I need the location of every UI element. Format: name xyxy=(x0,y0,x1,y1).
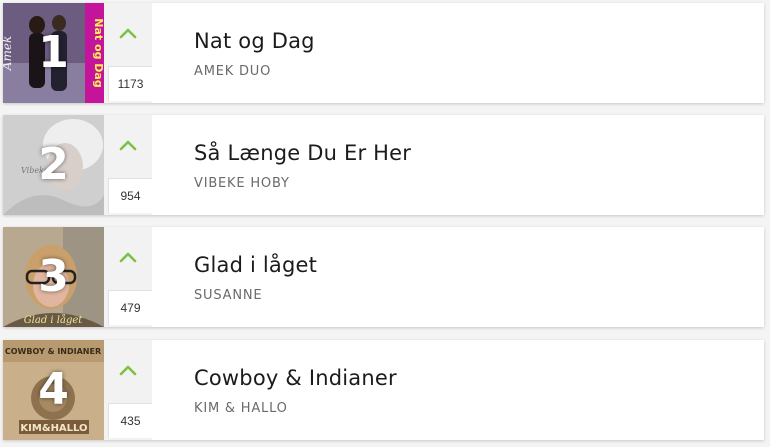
artist-name[interactable]: KIM & HALLO xyxy=(194,401,397,416)
song-title[interactable]: Nat og Dag xyxy=(194,29,315,53)
album-cover[interactable]: Vibeke 2 xyxy=(3,115,104,215)
vote-box: 435 xyxy=(104,340,152,440)
vote-count: 435 xyxy=(108,403,152,438)
entry-info: Glad i låget SUSANNE xyxy=(152,227,317,327)
song-title[interactable]: Glad i låget xyxy=(194,253,317,277)
rank-number: 1 xyxy=(38,27,69,78)
chart-entry[interactable]: Glad i låget 3 479 Glad i låget SUSANNE xyxy=(3,227,764,327)
vote-count: 479 xyxy=(108,290,152,325)
vote-box: 1173 xyxy=(104,3,152,103)
vote-count: 954 xyxy=(108,178,152,213)
vote-box: 954 xyxy=(104,115,152,215)
entry-info: Nat og Dag AMEK DUO xyxy=(152,3,315,103)
album-cover[interactable]: Nat og Dag Amek 1 xyxy=(3,3,104,103)
music-chart-list: Nat og Dag Amek 1 1173 Nat og Dag AMEK D… xyxy=(0,0,770,447)
vote-count: 1173 xyxy=(108,66,152,101)
upvote-chevron-icon[interactable] xyxy=(118,360,138,380)
chart-entry[interactable]: Nat og Dag Amek 1 1173 Nat og Dag AMEK D… xyxy=(3,3,764,103)
song-title[interactable]: Så Længe Du Er Her xyxy=(194,141,411,165)
chart-entry[interactable]: Vibeke 2 954 Så Længe Du Er Her VIBEKE H… xyxy=(3,115,764,215)
song-title[interactable]: Cowboy & Indianer xyxy=(194,366,397,390)
artist-name[interactable]: SUSANNE xyxy=(194,288,317,303)
artist-name[interactable]: AMEK DUO xyxy=(194,64,315,79)
artist-name[interactable]: VIBEKE HOBY xyxy=(194,176,411,191)
cover-header-text: COWBOY & INDIANER xyxy=(5,347,101,356)
vote-box: 479 xyxy=(104,227,152,327)
upvote-chevron-icon[interactable] xyxy=(118,247,138,267)
rank-number: 4 xyxy=(38,364,69,415)
upvote-chevron-icon[interactable] xyxy=(118,135,138,155)
album-cover[interactable]: Glad i låget 3 xyxy=(3,227,104,327)
entry-info: Så Længe Du Er Her VIBEKE HOBY xyxy=(152,115,411,215)
rank-number: 3 xyxy=(38,251,69,302)
upvote-chevron-icon[interactable] xyxy=(118,23,138,43)
cover-caption: Glad i låget xyxy=(24,314,84,326)
entry-info: Cowboy & Indianer KIM & HALLO xyxy=(152,340,397,440)
album-cover[interactable]: COWBOY & INDIANER KIM&HALLO 4 xyxy=(3,340,104,440)
rank-number: 2 xyxy=(38,139,69,190)
chart-entry[interactable]: COWBOY & INDIANER KIM&HALLO 4 435 Cowboy… xyxy=(3,340,764,440)
cover-logo-text: KIM&HALLO xyxy=(20,423,87,434)
